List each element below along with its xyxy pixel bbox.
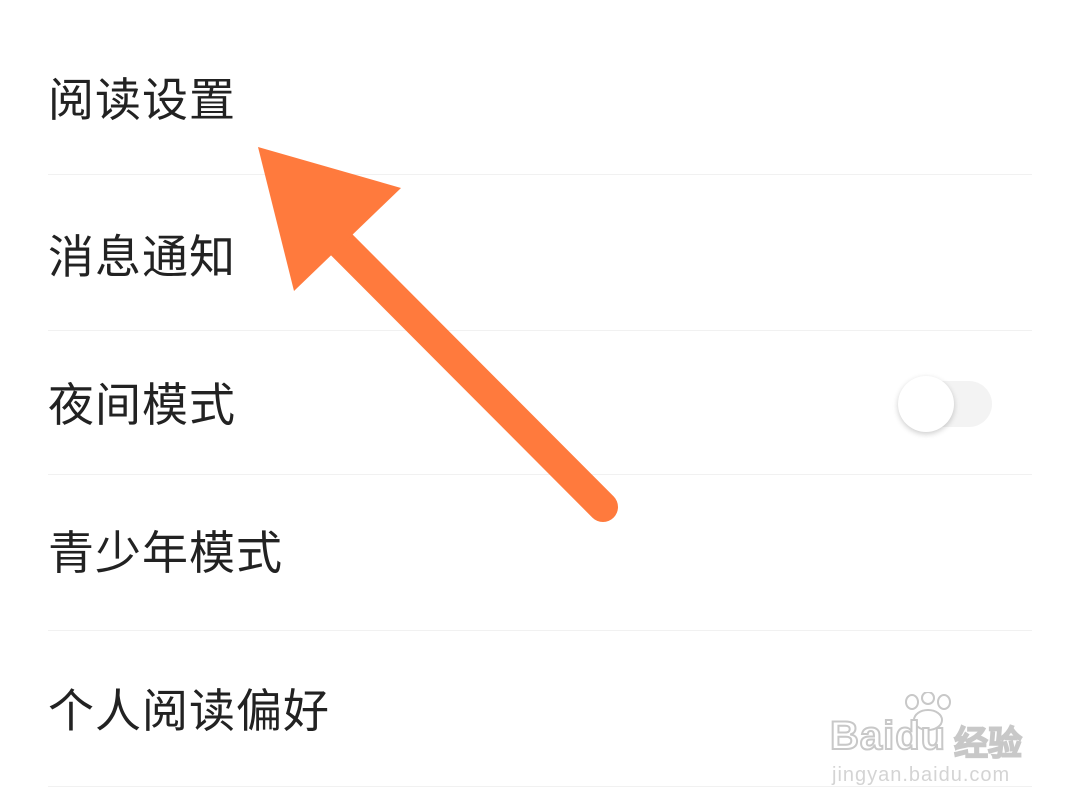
divider bbox=[48, 786, 1032, 787]
settings-item-label: 消息通知 bbox=[48, 230, 236, 284]
settings-item-label: 个人阅读偏好 bbox=[48, 684, 330, 738]
settings-item-label: 阅读设置 bbox=[48, 73, 236, 127]
settings-item-night-mode[interactable]: 夜间模式 bbox=[48, 331, 1032, 475]
settings-item-label: 青少年模式 bbox=[48, 526, 283, 580]
night-mode-toggle[interactable] bbox=[898, 376, 992, 432]
settings-item-reading-preferences[interactable]: 个人阅读偏好 bbox=[48, 631, 1032, 787]
settings-item-reading[interactable]: 阅读设置 bbox=[48, 0, 1032, 175]
settings-item-label: 夜间模式 bbox=[48, 378, 236, 432]
settings-item-teen-mode[interactable]: 青少年模式 bbox=[48, 475, 1032, 631]
settings-item-notifications[interactable]: 消息通知 bbox=[48, 175, 1032, 331]
toggle-knob bbox=[898, 376, 954, 432]
